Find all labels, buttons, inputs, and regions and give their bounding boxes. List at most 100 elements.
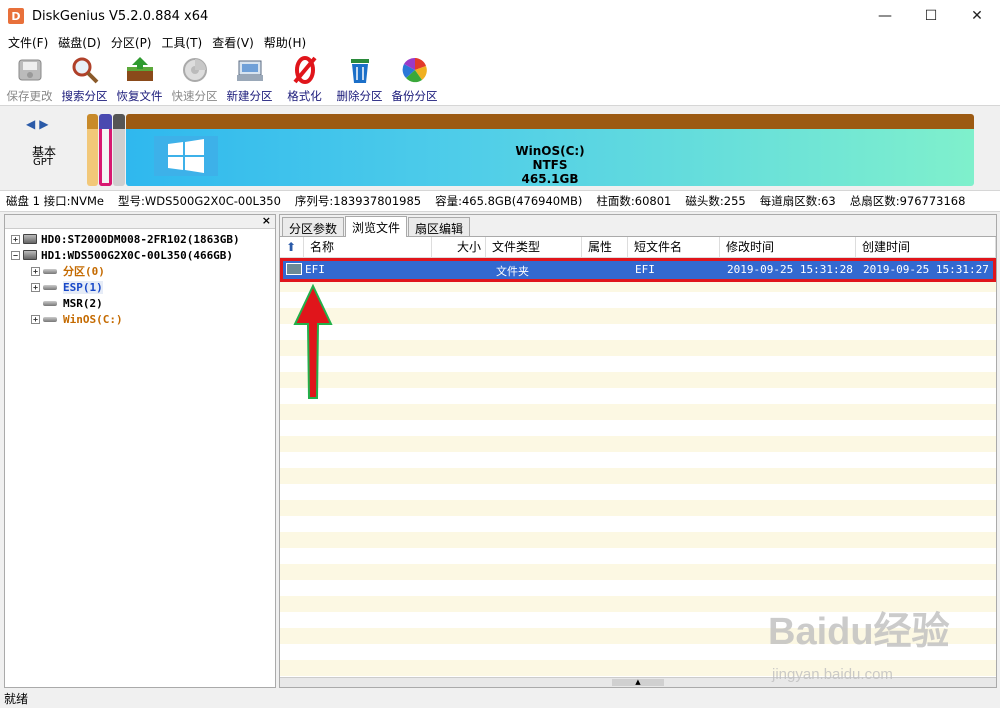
tree-item-partition-0[interactable]: + 分区(0) [5,263,275,279]
backup-partition-label: 备份分区 [391,89,438,103]
tree-item-winos[interactable]: + WinOS(C:) [5,311,275,327]
partition-block-esp[interactable] [99,114,112,186]
tab-sector-edit[interactable]: 扇区编辑 [408,217,471,236]
disk-map: ◀ ▶ 基本 GPT WinOS(C:) NTFS 465.1GB [0,107,1000,189]
partition-size: 465.1GB [521,172,579,186]
menu-view[interactable]: 查看(V) [208,34,258,51]
delete-partition-button[interactable]: 删除分区 [332,52,387,104]
menu-partition[interactable]: 分区(P) [107,34,156,51]
col-attr[interactable]: 属性 [582,237,628,258]
recover-files-button[interactable]: 恢复文件 [112,52,167,104]
disk-model: 型号:WDS500G2X0C-00L350 [117,194,281,208]
highlight-annotation [280,258,996,282]
disk-tree-panel: × + HD0:ST2000DM008-2FR102(1863GB) − HD1… [4,214,276,688]
tab-partition-params[interactable]: 分区参数 [282,217,345,236]
toolbar: 保存更改 搜索分区 恢复文件 快速分区 新建分区 格式化 删除分区 备份分区 [0,52,1000,106]
tab-browse-files[interactable]: 浏览文件 [345,216,408,237]
maximize-button[interactable]: ☐ [908,0,954,32]
disk-serial: 序列号:183937801985 [294,194,422,208]
recover-icon [124,55,156,85]
tree-item-msr[interactable]: MSR(2) [5,295,275,311]
disk-nav: ◀ ▶ [26,117,48,131]
menu-help[interactable]: 帮助(H) [260,34,310,51]
col-name[interactable]: 名称 [304,237,432,258]
file-list-header: ⬆ 名称 大小 文件类型 属性 短文件名 修改时间 创建时间 [280,237,996,258]
expand-icon[interactable]: + [31,266,40,276]
disk-total-sectors: 总扇区数:976773168 [849,194,966,208]
minimize-button[interactable]: — [862,0,908,32]
collapse-icon[interactable]: − [11,250,20,260]
partition-icon [43,299,59,307]
disk-sectors-per-track: 每道扇区数:63 [759,194,836,208]
partition-fs: NTFS [532,158,568,172]
search-partition-label: 搜索分区 [61,89,108,103]
menu-disk[interactable]: 磁盘(D) [54,34,105,51]
col-type[interactable]: 文件类型 [486,237,582,258]
tree-item-label: MSR(2) [63,296,103,310]
quick-partition-label: 快速分区 [171,89,218,103]
partition-icon [43,315,59,323]
watermark-logo: Baidu经验 [768,611,950,653]
tree-item-hd1[interactable]: − HD1:WDS500G2X0C-00L350(466GB) [5,247,275,263]
expand-icon[interactable]: + [31,314,40,324]
search-icon [69,55,101,85]
hard-disk-icon [23,234,37,244]
arrow-annotation-icon [293,284,333,399]
delete-icon [344,55,376,85]
next-disk-icon[interactable]: ▶ [39,117,48,131]
save-icon [14,55,46,85]
col-size[interactable]: 大小 [432,237,486,258]
menu-file[interactable]: 文件(F) [4,34,52,51]
title-bar: D DiskGenius V5.2.0.884 x64 — ☐ ✕ [0,0,1000,32]
up-folder-icon[interactable]: ⬆ [280,237,304,258]
tree-panel-header: × [5,214,275,229]
menu-tools[interactable]: 工具(T) [158,34,207,51]
expand-icon[interactable]: + [31,282,40,292]
quick-partition-button[interactable]: 快速分区 [167,52,222,104]
disk-heads: 磁头数:255 [685,194,746,208]
disk-info-bar: 磁盘 1 接口:NVMe 型号:WDS500G2X0C-00L350 序列号:1… [0,190,1000,212]
hard-disk-icon [23,250,37,260]
window-title: DiskGenius V5.2.0.884 x64 [32,8,209,24]
col-created[interactable]: 创建时间 [856,237,996,258]
new-partition-button[interactable]: 新建分区 [222,52,277,104]
save-changes-label: 保存更改 [6,89,53,103]
format-button[interactable]: 格式化 [277,52,332,104]
tab-bar: 分区参数 浏览文件 扇区编辑 [280,215,996,237]
tree-item-label: HD0:ST2000DM008-2FR102(1863GB) [41,232,240,246]
close-panel-icon[interactable]: × [262,214,271,227]
prev-disk-icon[interactable]: ◀ [26,117,35,131]
partition-icon [43,283,59,291]
partition-icon [43,267,59,275]
format-label: 格式化 [287,89,322,103]
tree-item-label: WinOS(C:) [63,312,123,326]
scroll-thumb[interactable]: ▲ [612,679,664,686]
backup-partition-button[interactable]: 备份分区 [387,52,442,104]
disk-capacity: 容量:465.8GB(476940MB) [435,194,583,208]
disk-cylinders: 柱面数:60801 [596,194,672,208]
partition-block-0[interactable] [87,114,98,186]
quick-partition-icon [179,55,211,85]
col-modified[interactable]: 修改时间 [720,237,856,258]
app-logo-icon: D [8,8,24,24]
recover-files-label: 恢复文件 [116,89,163,103]
partition-block-msr[interactable] [113,114,125,186]
disk-scheme: GPT [33,157,53,168]
partition-block-winos[interactable]: WinOS(C:) NTFS 465.1GB [126,114,974,186]
tree-item-label: ESP(1) [63,280,103,294]
watermark-url: jingyan.baidu.com [772,666,893,683]
partition-info: WinOS(C:) NTFS 465.1GB [126,144,974,186]
col-short-name[interactable]: 短文件名 [628,237,720,258]
backup-icon [399,55,431,85]
save-changes-button[interactable]: 保存更改 [2,52,57,104]
tree-item-esp[interactable]: + ESP(1) [5,279,275,295]
new-partition-icon [234,55,266,85]
menu-bar: 文件(F) 磁盘(D) 分区(P) 工具(T) 查看(V) 帮助(H) [0,32,1000,52]
search-partition-button[interactable]: 搜索分区 [57,52,112,104]
tree-item-hd0[interactable]: + HD0:ST2000DM008-2FR102(1863GB) [5,231,275,247]
close-window-button[interactable]: ✕ [954,0,1000,32]
partition-name: WinOS(C:) [515,144,585,158]
new-partition-label: 新建分区 [226,89,273,103]
expand-icon[interactable]: + [11,234,20,244]
delete-partition-label: 删除分区 [336,89,383,103]
